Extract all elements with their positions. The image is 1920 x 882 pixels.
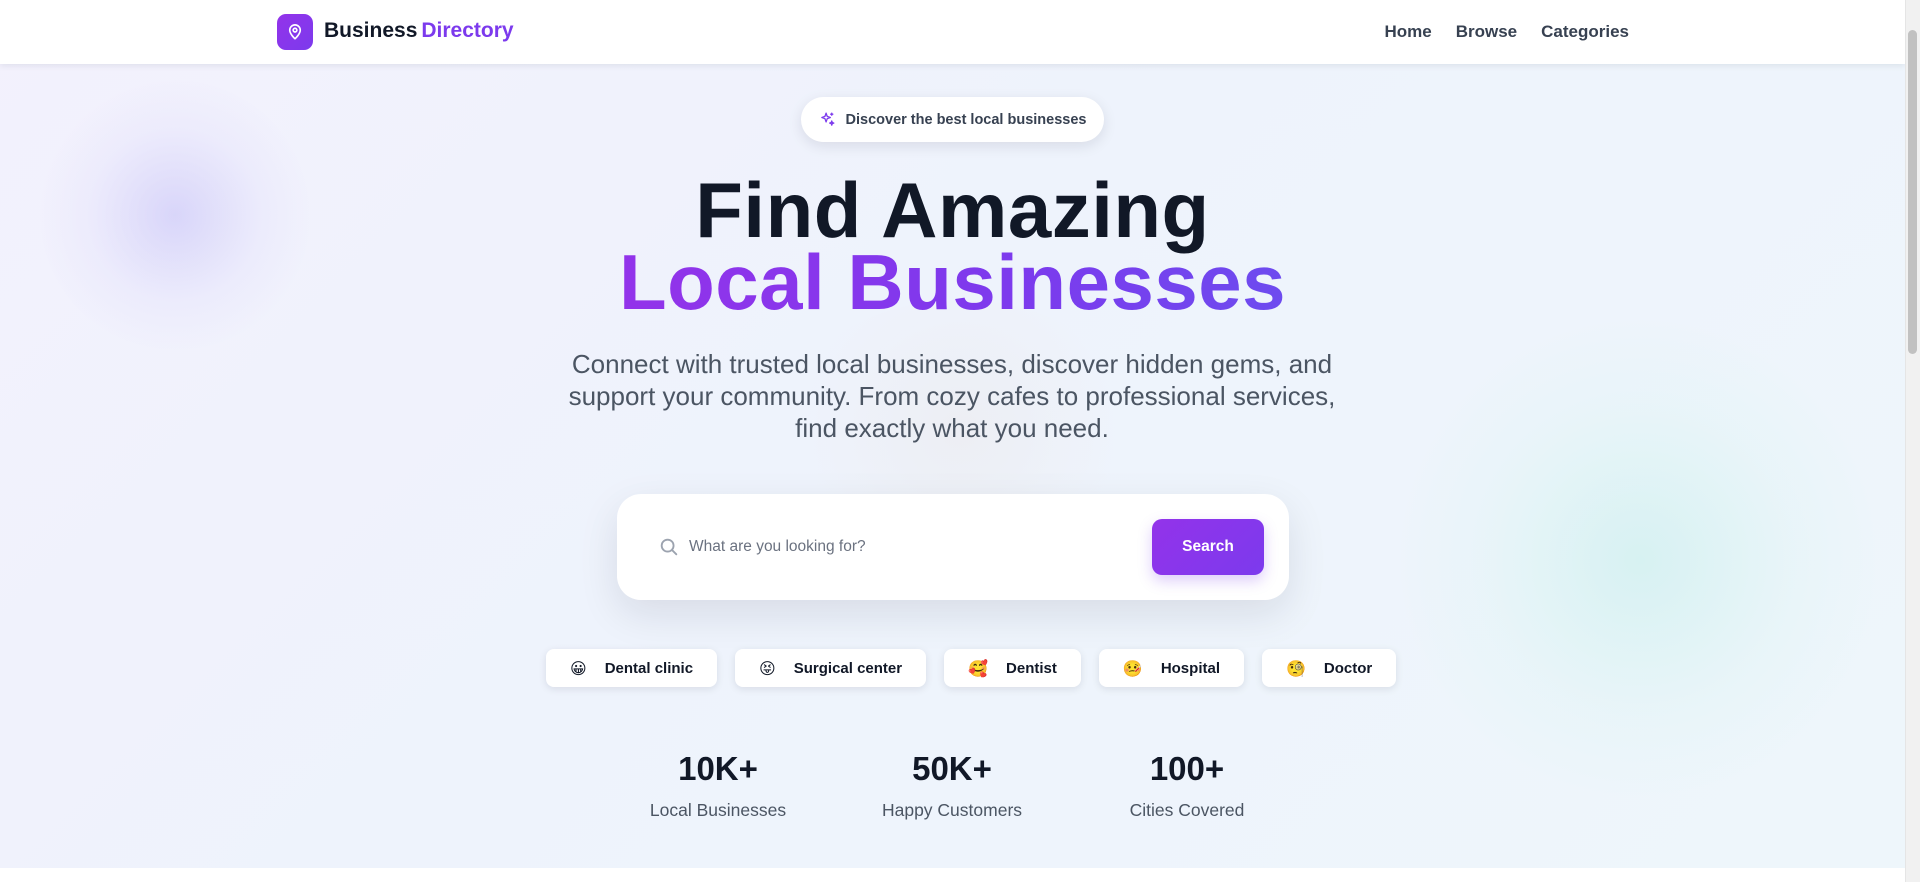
navbar: Business Directory Home Browse Categories: [0, 0, 1905, 64]
stat-cities-covered: 100+ Cities Covered: [1087, 748, 1287, 822]
stat-local-businesses: 10K+ Local Businesses: [618, 748, 818, 822]
emoji-icon: 😝: [759, 658, 776, 678]
stat-value: 50K+: [912, 750, 992, 787]
hero-badge: Discover the best local businesses: [801, 97, 1104, 142]
category-chips: 😀 Dental clinic 😝 Surgical center 🥰 Dent…: [546, 649, 1397, 687]
hero-subtitle: Connect with trusted local businesses, d…: [568, 349, 1336, 443]
category-chip-label: Doctor: [1323, 659, 1373, 677]
hero-title-line2: Local Businesses: [0, 240, 1905, 324]
hero-badge-text: Discover the best local businesses: [845, 111, 1087, 128]
nav-link-home[interactable]: Home: [1384, 21, 1431, 43]
search-button[interactable]: Search: [1152, 519, 1264, 575]
brand-name-part2: Directory: [421, 19, 514, 42]
nav-links: Home Browse Categories: [1384, 21, 1629, 43]
brand-name[interactable]: Business Directory: [324, 18, 514, 44]
emoji-icon: 🧐: [1286, 658, 1306, 678]
category-chip-label: Dentist: [1006, 659, 1057, 677]
stat-happy-customers: 50K+ Happy Customers: [852, 748, 1052, 822]
category-chip-dental-clinic[interactable]: 😀 Dental clinic: [546, 649, 718, 687]
bottom-strip: [0, 868, 1905, 882]
brand-name-part1: Business: [324, 19, 418, 42]
category-chip-dentist[interactable]: 🥰 Dentist: [944, 649, 1081, 687]
category-chip-label: Hospital: [1160, 659, 1220, 677]
category-chip-label: Dental clinic: [604, 659, 694, 677]
emoji-icon: 😀: [570, 658, 587, 678]
search-input[interactable]: [689, 532, 1109, 562]
stat-value: 10K+: [678, 750, 758, 787]
nav-link-categories[interactable]: Categories: [1541, 21, 1629, 43]
category-chip-hospital[interactable]: 🤒 Hospital: [1098, 649, 1244, 687]
stat-label: Local Businesses: [649, 800, 787, 820]
category-chip-label: Surgical center: [793, 659, 903, 677]
page-background: Business Directory Home Browse Categories…: [0, 0, 1905, 868]
emoji-icon: 🥰: [968, 658, 989, 678]
category-chip-doctor[interactable]: 🧐 Doctor: [1262, 649, 1397, 687]
logo-badge[interactable]: [277, 14, 313, 50]
stat-value: 100+: [1149, 750, 1225, 787]
map-pin-icon: [288, 24, 302, 40]
search-icon: [660, 538, 678, 556]
emoji-icon: 🤒: [1122, 658, 1143, 678]
stats-section: 10K+ Local Businesses 50K+ Happy Custome…: [0, 748, 1905, 828]
scrollbar-thumb[interactable]: [1908, 30, 1917, 354]
decorative-blob-right: [1400, 320, 1880, 800]
nav-link-browse[interactable]: Browse: [1456, 21, 1517, 43]
category-chip-surgical-center[interactable]: 😝 Surgical center: [735, 649, 927, 687]
sparkles-icon: [820, 112, 835, 126]
search-card: Search: [617, 494, 1289, 600]
stat-label: Happy Customers: [881, 800, 1023, 820]
stat-label: Cities Covered: [1129, 800, 1245, 820]
hero-title-line2-text: Local Businesses: [619, 238, 1286, 326]
